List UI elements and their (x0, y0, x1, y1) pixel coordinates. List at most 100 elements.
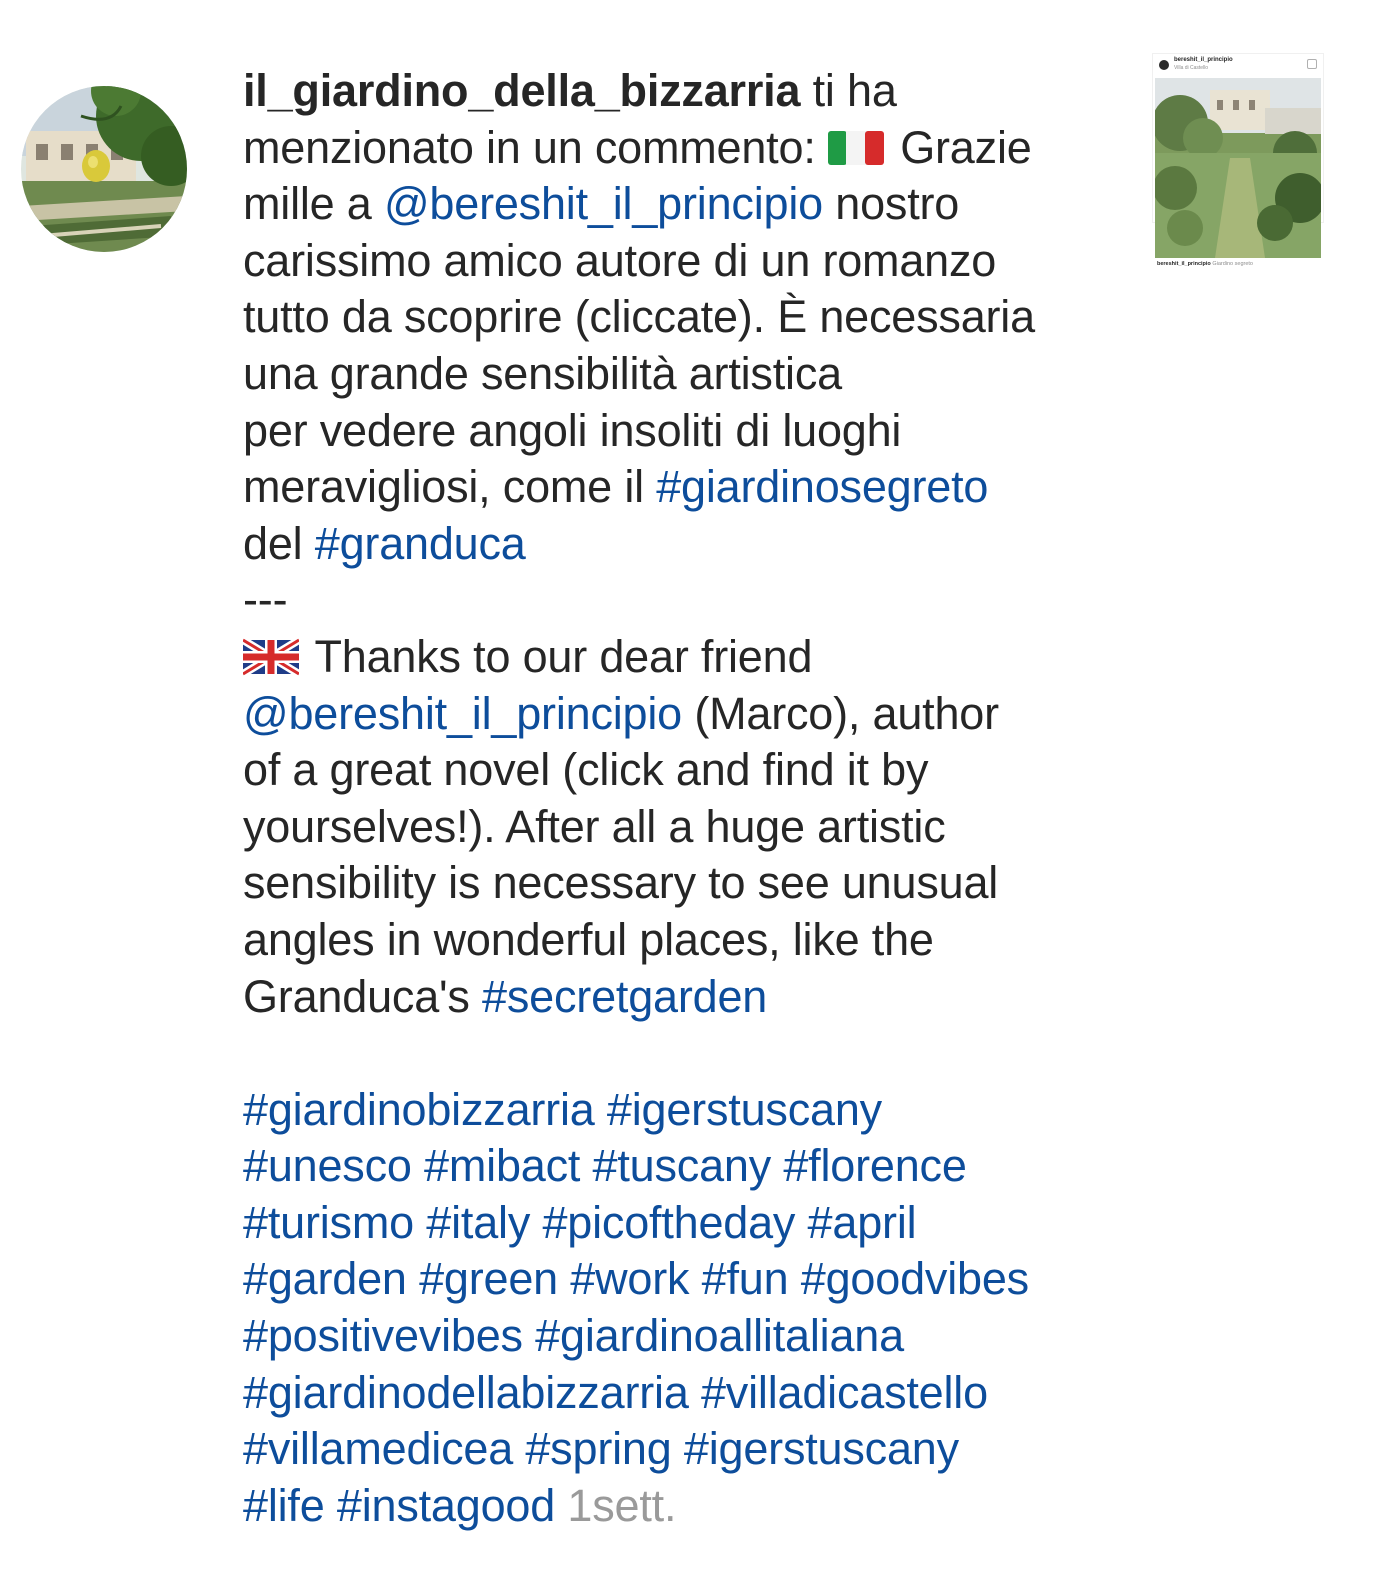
comment-text: yourselves!). After all a huge artistic (243, 800, 946, 852)
mention-link[interactable]: @bereshit_il_principio (384, 178, 823, 229)
comment-text (325, 1480, 337, 1531)
comment-line (243, 1025, 1123, 1082)
comment-text (412, 1140, 424, 1191)
comment-text (530, 1197, 542, 1248)
hashtag-link[interactable]: #mibact (424, 1140, 580, 1191)
comment-text (414, 1197, 426, 1248)
comment-line: #turismo #italy #picoftheday #april (243, 1195, 1123, 1252)
comment-text (795, 1197, 807, 1248)
comment-line: tutto da scoprire (cliccate). È necessar… (243, 289, 1123, 346)
post-thumbnail-photo (1155, 78, 1321, 258)
comment-line: #giardinodellabizzarria #villadicastello (243, 1365, 1123, 1422)
comment-line: una grande sensibilità artistica (243, 346, 1123, 403)
mention-link[interactable]: @bereshit_il_principio (243, 688, 682, 739)
comment-text: meravigliosi, come il (243, 461, 657, 513)
username-link[interactable]: il_giardino_della_bizzarria (243, 65, 801, 116)
comment-line: yourselves!). After all a huge artistic (243, 799, 1123, 856)
comment-text (580, 1140, 592, 1191)
hashtag-link[interactable]: #villamedicea (243, 1423, 513, 1474)
comment-line: del #granduca (243, 516, 1123, 573)
hashtag-link[interactable]: #april (808, 1197, 917, 1248)
hashtag-link[interactable]: #work (570, 1253, 689, 1304)
hashtag-link[interactable]: #giardinosegreto (656, 461, 988, 512)
hashtag-link[interactable]: #green (419, 1253, 558, 1304)
comment-line: @bereshit_il_principio (Marco), author (243, 686, 1123, 743)
thumbnail-username: bereshit_il_principio (1174, 57, 1233, 63)
comment-text (558, 1253, 570, 1304)
post-thumbnail[interactable]: bereshit_il_principio Villa di Castello … (1153, 54, 1323, 267)
comment-text (689, 1367, 701, 1418)
comment-line: #life #instagood 1sett. (243, 1478, 1123, 1535)
comment-text: del (243, 517, 315, 569)
comment-line: --- (243, 572, 1123, 629)
comment-text (513, 1423, 525, 1474)
hashtag-link[interactable]: #life (243, 1480, 325, 1531)
notification-header: il_giardino_della_bizzarria ti ha (243, 63, 1123, 120)
hashtag-link[interactable]: #tuscany (593, 1140, 772, 1191)
hashtag-link[interactable]: #florence (783, 1140, 967, 1191)
hashtag-link[interactable]: #unesco (243, 1140, 412, 1191)
hashtag-link[interactable]: #goodvibes (801, 1253, 1029, 1304)
action-text: ti ha (800, 65, 897, 116)
notification-text[interactable]: il_giardino_della_bizzarria ti ha menzio… (243, 63, 1123, 1534)
comment-text: mille a (243, 178, 384, 230)
comment-line: Granduca's #secretgarden (243, 969, 1123, 1026)
hashtag-link[interactable]: #igerstuscany (607, 1084, 882, 1135)
comment-text (595, 1084, 607, 1135)
comment-text: nostro (822, 178, 960, 230)
comment-text (689, 1253, 701, 1304)
comment-text: carissimo amico autore di un romanzo (243, 234, 997, 286)
hashtag-link[interactable]: #secretgarden (482, 971, 767, 1022)
comment-line: carissimo amico autore di un romanzo (243, 233, 1123, 290)
hashtag-link[interactable]: #instagood (337, 1480, 555, 1531)
comment-line: #garden #green #work #fun #goodvibes (243, 1251, 1123, 1308)
comment-text (672, 1423, 684, 1474)
timestamp: 1sett. (567, 1479, 677, 1531)
comment-line: meravigliosi, come il #giardinosegreto (243, 459, 1123, 516)
comment-text: Granduca's (243, 970, 483, 1022)
comment-text: una grande sensibilità artistica (243, 347, 842, 399)
comment-text: per vedere angoli insoliti di luoghi (243, 404, 902, 456)
comment-text (771, 1140, 783, 1191)
hashtag-link[interactable]: #turismo (243, 1197, 414, 1248)
comment-body: menzionato in un commento: Grazie mille a… (243, 120, 1123, 1535)
hashtag-link[interactable]: #picoftheday (542, 1197, 795, 1248)
comment-text: sensibility is necessary to see unusual (243, 857, 999, 909)
comment-text: --- (243, 574, 288, 626)
comment-text: menzionato in un commento: (243, 121, 828, 173)
comment-text (407, 1253, 419, 1304)
comment-line: #unesco #mibact #tuscany #florence (243, 1138, 1123, 1195)
uk-flag (243, 637, 299, 676)
hashtag-link[interactable]: #villadicastello (701, 1367, 988, 1418)
comment-text (523, 1310, 535, 1361)
comment-line: #giardinobizzarria #igerstuscany (243, 1082, 1123, 1139)
hashtag-link[interactable]: #giardinobizzarria (243, 1084, 595, 1135)
hashtag-link[interactable]: #granduca (315, 518, 526, 569)
italy-flag (827, 130, 884, 165)
hashtag-link[interactable]: #fun (702, 1253, 789, 1304)
hashtag-link[interactable]: #spring (525, 1423, 671, 1474)
hashtag-link[interactable]: #italy (426, 1197, 530, 1248)
avatar-garden-photo (21, 86, 187, 252)
comment-line: sensibility is necessary to see unusual (243, 855, 1123, 912)
thumbnail-avatar (1159, 60, 1169, 70)
comment-line: #positivevibes #giardinoallitaliana (243, 1308, 1123, 1365)
comment-text (555, 1480, 567, 1531)
comment-text (788, 1253, 800, 1304)
comment-line: Thanks to our dear friend (243, 629, 1123, 686)
avatar[interactable] (21, 86, 187, 252)
thumbnail-header: bereshit_il_principio Villa di Castello (1153, 54, 1323, 78)
hashtag-link[interactable]: #positivevibes (243, 1310, 523, 1361)
comment-text: tutto da scoprire (cliccate). È necessar… (243, 291, 1035, 343)
comment-line: mille a @bereshit_il_principio nostro (243, 176, 1123, 233)
comment-text: (Marco), author (682, 687, 999, 739)
hashtag-link[interactable]: #garden (243, 1253, 407, 1304)
hashtag-link[interactable]: #giardinodellabizzarria (243, 1367, 689, 1418)
comment-text: angles in wonderful places, like the (243, 913, 934, 965)
comment-line: angles in wonderful places, like the (243, 912, 1123, 969)
comment-text: Grazie (887, 121, 1032, 173)
comment-line: of a great novel (click and find it by (243, 742, 1123, 799)
hashtag-link[interactable]: #giardinoallitaliana (535, 1310, 904, 1361)
comment-line: #villamedicea #spring #igerstuscany (243, 1421, 1123, 1478)
hashtag-link[interactable]: #igerstuscany (684, 1423, 959, 1474)
